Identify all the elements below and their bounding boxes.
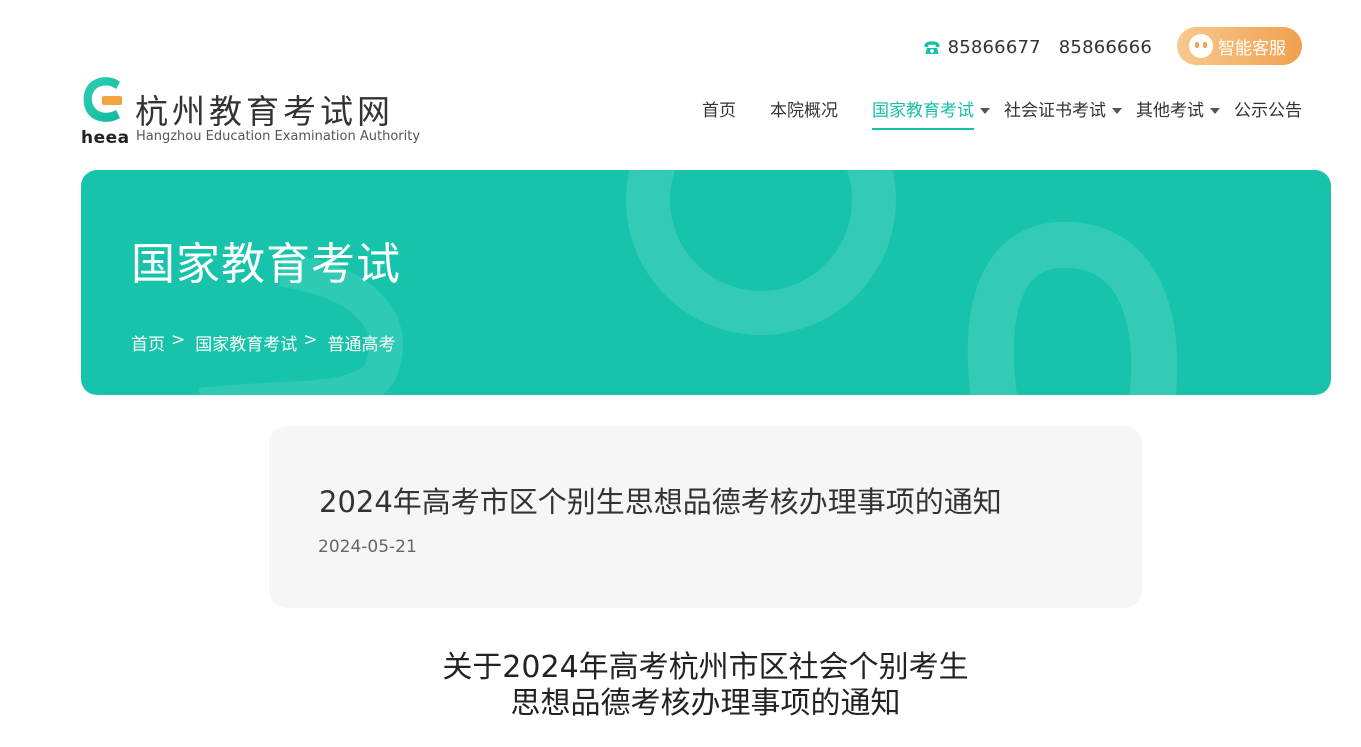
nav-item-home[interactable]: 首页 [702,98,736,128]
site-logo[interactable]: heea 杭州教育考试网 Hangzhou Education Examinat… [80,76,420,150]
article-title: 2024年高考市区个别生思想品德考核办理事项的通知 [319,485,1002,519]
breadcrumb-separator: > [171,330,186,350]
nav-item-national-exams[interactable]: 国家教育考试 [872,98,990,130]
nav-item-label: 国家教育考试 [872,98,974,130]
nav-item-about[interactable]: 本院概况 [770,98,838,128]
nav-item-label: 公示公告 [1234,101,1302,121]
main-nav: 首页 本院概况 国家教育考试 社会证书考试 其他考试 公示公告 [702,98,1302,130]
logo-english-name: Hangzhou Education Examination Authority [136,129,421,144]
smart-service-button[interactable]: 智能客服 [1177,27,1302,65]
document-heading-line-1: 关于2024年高考杭州市区社会个别考生 [442,650,969,685]
nav-item-certificate-exams[interactable]: 社会证书考试 [1004,98,1122,128]
article-header-card: 2024年高考市区个别生思想品德考核办理事项的通知 2024-05-21 [269,426,1142,608]
phone-group: 85866677 85866666 [922,37,1152,58]
banner-title: 国家教育考试 [131,239,401,290]
smart-service-label: 智能客服 [1218,38,1286,59]
nav-item-label: 社会证书考试 [1004,101,1106,121]
breadcrumb-gaokao[interactable]: 普通高考 [328,330,396,355]
document-heading: 关于2024年高考杭州市区社会个别考生 思想品德考核办理事项的通知 [0,650,1361,722]
caret-down-icon[interactable] [1210,108,1220,114]
nav-item-other-exams[interactable]: 其他考试 [1136,98,1220,128]
breadcrumb: 首页 > 国家教育考试 > 普通高考 [131,330,396,355]
caret-down-icon[interactable] [980,108,990,114]
logo-chinese-name: 杭州教育考试网 [135,92,394,131]
nav-item-label: 首页 [702,101,736,121]
logo-abbreviation: heea [81,128,130,148]
phone-icon [924,40,940,54]
document-heading-line-2: 思想品德考核办理事项的通知 [510,686,901,721]
top-contact-bar: 85866677 85866666 智能客服 [0,27,1361,67]
breadcrumb-separator: > [303,330,318,350]
phone-number-1: 85866677 [947,37,1041,58]
logo-mark-icon [83,77,122,122]
nav-item-label: 其他考试 [1136,101,1204,121]
breadcrumb-national-exams[interactable]: 国家教育考试 [195,330,297,355]
phone-number-2: 85866666 [1058,37,1152,58]
robot-face-icon [1189,34,1213,58]
breadcrumb-home[interactable]: 首页 [131,330,165,355]
nav-item-label: 本院概况 [770,101,838,121]
article-date: 2024-05-21 [318,537,417,557]
page-banner: 国家教育考试 首页 > 国家教育考试 > 普通高考 [81,170,1331,395]
caret-down-icon[interactable] [1112,108,1122,114]
nav-item-announcements[interactable]: 公示公告 [1234,98,1302,128]
